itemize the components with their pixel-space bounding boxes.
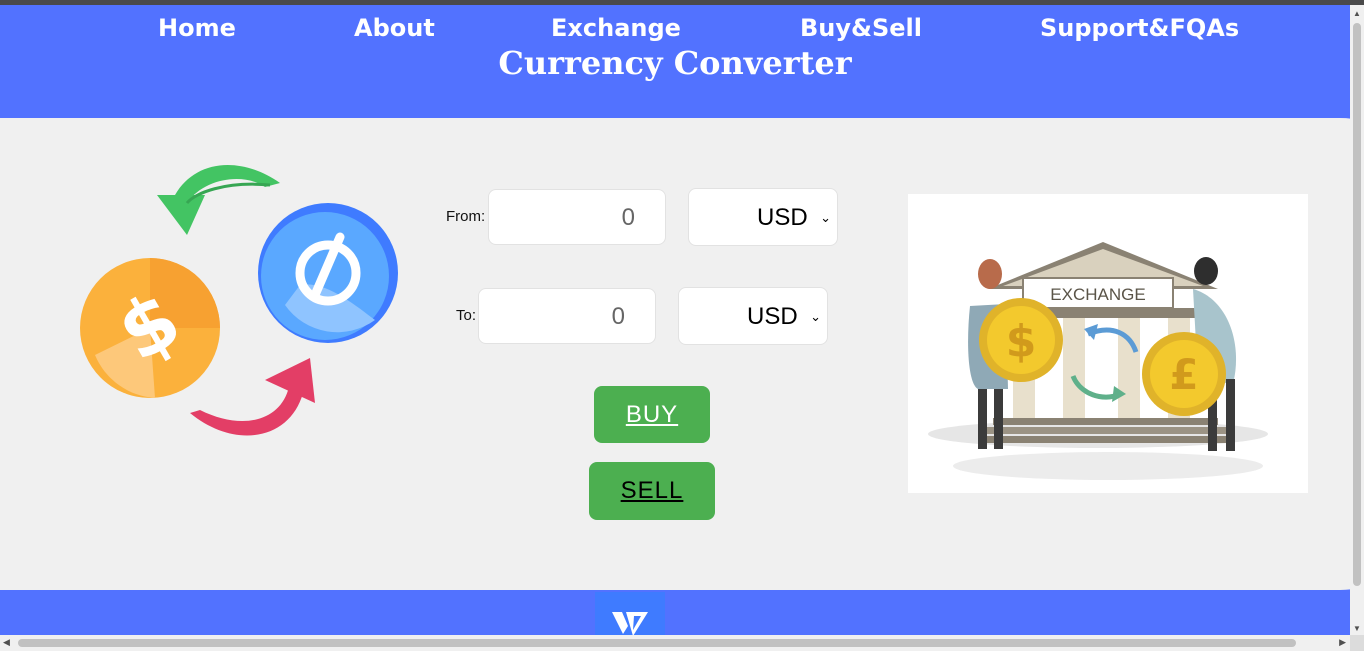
from-label: From:: [446, 208, 486, 225]
nav-home[interactable]: Home: [158, 14, 236, 42]
nav-exchange[interactable]: Exchange: [551, 14, 681, 42]
svg-text:£: £: [1169, 350, 1198, 399]
to-currency-value: USD: [747, 303, 798, 330]
dollar-coin-icon: $: [80, 258, 220, 398]
from-currency-value: USD: [757, 204, 808, 231]
nav-about[interactable]: About: [354, 14, 435, 42]
scroll-down-icon[interactable]: ▼: [1353, 624, 1361, 633]
to-currency-select[interactable]: USD ⌄: [678, 287, 828, 345]
scroll-right-icon[interactable]: ▶: [1339, 637, 1346, 648]
from-amount-input[interactable]: 0: [488, 189, 666, 245]
nav-support-faqs[interactable]: Support&FQAs: [1040, 14, 1239, 42]
chevron-down-icon: ⌄: [820, 210, 831, 225]
footer-logo[interactable]: [595, 592, 665, 636]
scroll-up-icon[interactable]: ▲: [1353, 9, 1361, 18]
currency-exchange-art: $: [80, 164, 398, 436]
svg-text:$: $: [1006, 316, 1037, 367]
buy-button[interactable]: BUY: [594, 386, 710, 443]
page-title: Currency Converter: [498, 44, 852, 82]
horizontal-scrollbar[interactable]: ◀ ▶: [0, 635, 1364, 651]
horizontal-scroll-thumb[interactable]: [18, 639, 1296, 647]
to-label: To:: [456, 307, 477, 324]
scroll-left-icon[interactable]: ◀: [3, 637, 10, 648]
vertical-scroll-thumb[interactable]: [1353, 23, 1361, 586]
pound-coin-icon: £: [1142, 332, 1226, 416]
nav-buy-sell[interactable]: Buy&Sell: [800, 14, 922, 42]
vertical-scrollbar[interactable]: ▲ ▼: [1350, 5, 1364, 635]
exchange-sign: EXCHANGE: [1050, 285, 1145, 304]
green-arrow-icon: [157, 164, 280, 235]
sell-button[interactable]: SELL: [589, 462, 715, 520]
main-nav: Home About Exchange Buy&Sell Support&FQA…: [0, 14, 1350, 46]
red-arrow-icon: [190, 358, 315, 436]
vl-logo-icon: [612, 612, 648, 636]
exchange-bank-illustration: EXCHANGE $ £: [908, 194, 1308, 493]
from-currency-select[interactable]: USD ⌄: [688, 188, 838, 246]
blue-coin-icon: [258, 203, 398, 343]
scrollbar-corner: [1350, 635, 1364, 651]
chevron-down-icon: ⌄: [810, 309, 821, 324]
dollar-coin-icon: $: [979, 298, 1063, 382]
window-top-edge: [0, 0, 1364, 5]
to-amount-input[interactable]: 0: [478, 288, 656, 344]
